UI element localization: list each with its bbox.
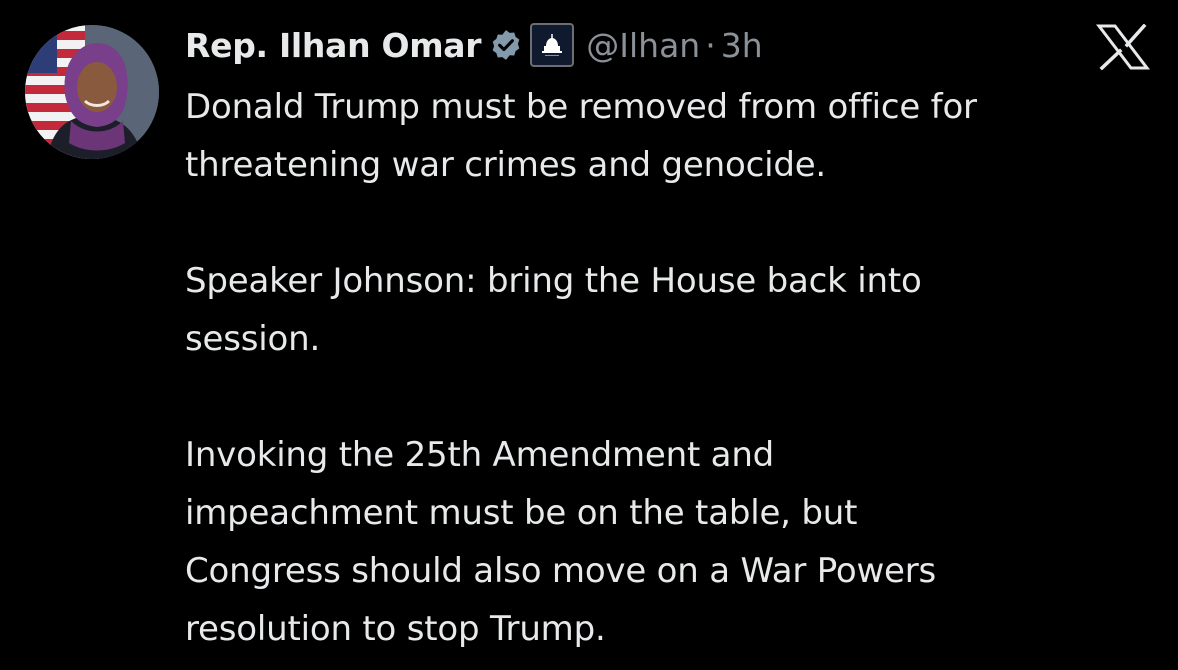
us-capitol-badge-icon[interactable] [530,23,575,67]
profile-avatar[interactable] [25,25,159,159]
author-display-name[interactable]: Rep. Ilhan Omar [185,26,482,65]
tweet-timestamp[interactable]: 3h [721,26,763,65]
tweet-card: Rep. Ilhan Omar @Ilhan · 3h Donald Trump… [0,0,1178,670]
avatar-image [25,25,159,159]
tweet-paragraph: Speaker Johnson: bring the House back in… [185,261,922,359]
tweet-paragraph: Donald Trump must be removed from office… [185,87,977,185]
header-separator: · [705,25,716,65]
tweet-body: Donald Trump must be removed from office… [185,78,1160,658]
x-logo-icon [1095,23,1151,71]
tweet-paragraph: Invoking the 25th Amendment and impeachm… [185,435,937,649]
tweet-header: Rep. Ilhan Omar @Ilhan · 3h [185,18,763,72]
verified-badge-icon [489,28,523,62]
author-handle[interactable]: @Ilhan [586,26,700,65]
